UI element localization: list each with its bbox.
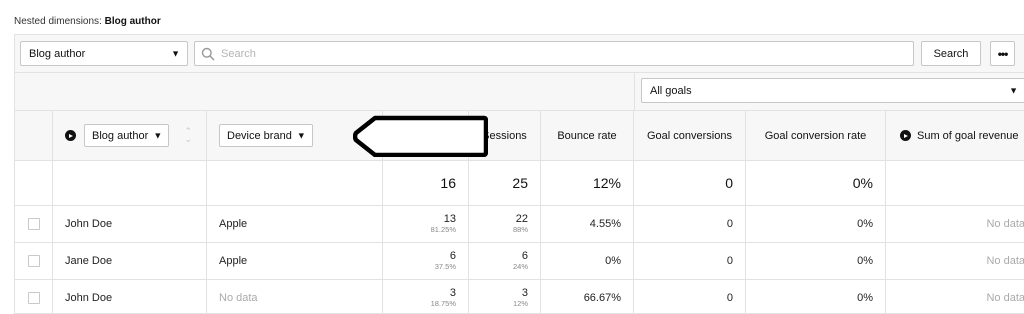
row-goal-conversions: 0 — [634, 280, 746, 313]
row-checkbox[interactable] — [27, 292, 40, 304]
dimension-select[interactable]: Blog author ▼ — [20, 41, 188, 66]
dimension-select-label: Blog author — [29, 47, 86, 60]
table-row[interactable]: Jane Doe Apple 6 37.5% 6 24% 0% 0 0% No da… — [15, 243, 1024, 280]
row-redacted-metric: 13 81.25% — [383, 206, 469, 242]
table-row[interactable]: John Doe Apple 13 81.25% 22 88% 4.55% 0 0%… — [15, 206, 1024, 243]
chevron-down-icon: ▼ — [296, 130, 306, 140]
device-brand-dimension-select[interactable]: Device brand ▼ — [219, 124, 313, 147]
play-icon[interactable] — [65, 130, 76, 141]
row-redacted-metric-value: 13 — [443, 212, 456, 225]
total-goal-conversion-rate: 0% — [746, 161, 886, 205]
row-sessions-value: 22 — [515, 212, 528, 225]
row-goal-conversions: 0 — [634, 206, 746, 242]
search-input[interactable] — [221, 47, 901, 60]
row-sessions: 3 12% — [469, 280, 541, 313]
search-icon — [201, 47, 215, 60]
row-blog-author: John Doe — [53, 280, 207, 313]
row-goal-conversion-rate: 0% — [746, 280, 886, 313]
row-sessions-pct: 88% — [512, 225, 528, 235]
row-goal-conversion-rate: 0% — [746, 206, 886, 242]
table-row[interactable]: John Doe No data 3 18.75% 3 12% 66.67% 0 0… — [15, 280, 1024, 313]
search-box[interactable] — [194, 41, 914, 66]
totals-device-brand-cell — [207, 161, 383, 205]
row-redacted-metric: 6 37.5% — [383, 243, 469, 279]
goals-row: All goals ▼ — [15, 73, 1024, 111]
report-panel: Blog author ▼ Search ••• All goals ▼ Blo… — [14, 34, 1024, 314]
table-header-row: Blog author ▼ ⌃⌄ Device brand ▼ ⌃⌄ Sessi… — [15, 111, 1024, 161]
blog-author-column-label: Blog author — [92, 129, 149, 142]
nested-dimensions-label: Nested dimensions: Blog author — [14, 16, 161, 27]
row-sum-goal-revenue: No data — [986, 218, 1024, 230]
totals-checkbox-cell — [15, 161, 53, 205]
totals-row: 16 25 12% 0 0% — [15, 161, 1024, 206]
row-sum-goal-revenue: No data — [986, 255, 1024, 267]
row-checkbox-cell — [15, 243, 53, 279]
row-sessions-pct: 24% — [512, 262, 528, 272]
total-sessions: 25 — [469, 161, 541, 205]
row-sessions-pct: 12% — [512, 299, 528, 309]
sessions-column-label: Sessions — [482, 129, 527, 142]
chevron-down-icon: ▼ — [171, 48, 180, 58]
row-blog-author: Jane Doe — [53, 243, 207, 279]
row-goal-conversions: 0 — [634, 243, 746, 279]
row-redacted-metric-pct: 37.5% — [434, 262, 456, 272]
row-redacted-metric-pct: 81.25% — [430, 225, 456, 235]
more-options-button[interactable]: ••• — [990, 41, 1015, 66]
row-sessions-value: 3 — [521, 286, 528, 299]
redaction-overlay — [353, 115, 488, 157]
blog-author-dimension-select[interactable]: Blog author ▼ — [84, 124, 170, 147]
header-sum-goal-revenue[interactable]: Sum of goal revenue — [886, 111, 1024, 160]
row-sessions: 6 24% — [469, 243, 541, 279]
row-device-brand: Apple — [207, 206, 383, 242]
row-device-brand: Apple — [207, 243, 383, 279]
row-checkbox-cell — [15, 206, 53, 242]
search-button[interactable]: Search — [921, 41, 981, 66]
goal-conversion-rate-column-label: Goal conversion rate — [764, 129, 867, 142]
device-brand-column-label: Device brand — [227, 129, 292, 142]
play-icon[interactable] — [900, 130, 911, 141]
row-checkbox-cell — [15, 280, 53, 313]
nested-dimensions-value: Blog author — [104, 16, 161, 27]
header-checkbox-cell — [15, 111, 53, 160]
row-checkbox[interactable] — [27, 255, 40, 267]
total-bounce-rate: 12% — [541, 161, 634, 205]
row-bounce-rate: 66.67% — [541, 280, 634, 313]
sort-icon[interactable]: ⌃⌄ — [184, 127, 192, 143]
goals-divider — [634, 73, 635, 111]
header-bounce-rate[interactable]: Bounce rate — [541, 111, 634, 160]
row-blog-author: John Doe — [53, 206, 207, 242]
row-redacted-metric-value: 6 — [449, 249, 456, 262]
row-redacted-metric-value: 3 — [449, 286, 456, 299]
total-sum-goal-revenue — [886, 161, 1024, 205]
row-checkbox[interactable] — [27, 218, 40, 230]
goals-select-label: All goals — [650, 84, 692, 97]
bounce-rate-column-label: Bounce rate — [557, 129, 617, 142]
row-bounce-rate: 4.55% — [541, 206, 634, 242]
total-redacted-metric: 16 — [383, 161, 469, 205]
row-device-brand: No data — [207, 280, 383, 313]
row-bounce-rate: 0% — [541, 243, 634, 279]
goal-conversions-column-label: Goal conversions — [647, 129, 732, 142]
sum-goal-revenue-column-label: Sum of goal revenue — [917, 129, 1019, 142]
toolbar: Blog author ▼ Search ••• — [15, 35, 1024, 73]
goals-select[interactable]: All goals ▼ — [641, 78, 1024, 103]
header-goal-conversions[interactable]: Goal conversions — [634, 111, 746, 160]
row-goal-conversion-rate: 0% — [746, 243, 886, 279]
nested-dimensions-prefix: Nested dimensions: — [14, 16, 102, 27]
total-goal-conversions: 0 — [634, 161, 746, 205]
header-goal-conversion-rate[interactable]: Goal conversion rate — [746, 111, 886, 160]
header-blog-author: Blog author ▼ ⌃ ⌄ — [53, 111, 207, 160]
chevron-down-icon: ▼ — [1009, 85, 1018, 95]
row-sessions-value: 6 — [521, 249, 528, 262]
chevron-down-icon: ▼ — [153, 130, 163, 140]
totals-blog-author-cell — [53, 161, 207, 205]
row-sessions: 22 88% — [469, 206, 541, 242]
row-redacted-metric: 3 18.75% — [383, 280, 469, 313]
row-sum-goal-revenue: No data — [986, 292, 1024, 304]
row-redacted-metric-pct: 18.75% — [430, 299, 456, 309]
